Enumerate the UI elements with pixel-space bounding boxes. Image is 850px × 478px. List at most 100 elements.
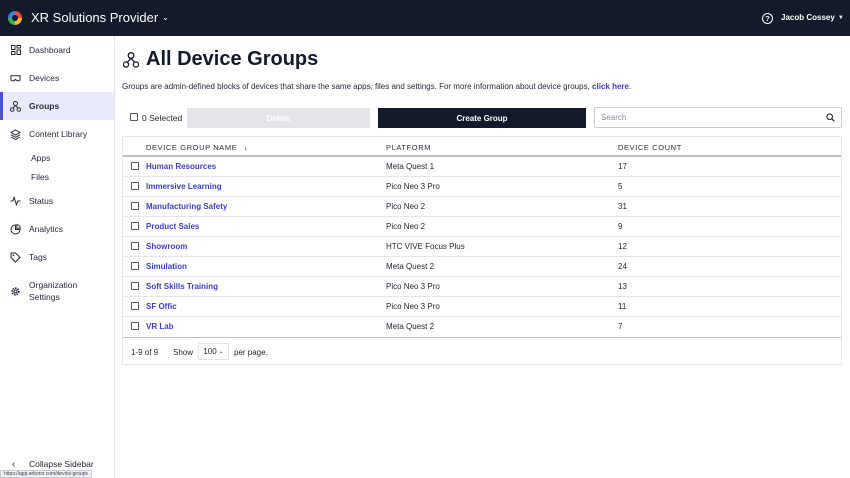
org-name: XR Solutions Provider (31, 10, 159, 25)
page-title: All Device Groups (146, 48, 319, 70)
table-row: VR Lab Meta Quest 2 7 (123, 317, 841, 337)
sidebar-item-content-library[interactable]: Content Library (0, 120, 114, 148)
column-header-platform[interactable]: PLATFORM (386, 143, 431, 152)
sidebar-item-analytics[interactable]: Analytics (0, 215, 114, 243)
device-count-cell: 17 (618, 162, 627, 171)
sort-arrow-icon: ↓ (244, 143, 249, 152)
table-row: Product Sales Pico Neo 2 9 (123, 217, 841, 237)
sidebar-item-devices[interactable]: Devices (0, 64, 114, 92)
column-label: DEVICE GROUP NAME (146, 143, 238, 152)
search-icon[interactable] (826, 113, 835, 122)
platform-cell: Meta Quest 2 (386, 262, 435, 271)
device-count-cell: 24 (618, 262, 627, 271)
show-label: Show (173, 348, 194, 357)
device-groups-table: DEVICE GROUP NAME ↓ PLATFORM DEVICE COUN… (122, 136, 842, 365)
table-footer: 1-9 of 9 Show 100 ⌄ per page. (123, 337, 841, 365)
chevron-down-icon: ⌄ (218, 349, 224, 355)
sidebar-item-label: Organization Settings (29, 279, 77, 303)
analytics-icon (10, 223, 21, 235)
row-checkbox[interactable] (131, 282, 139, 290)
sidebar-item-label: Tags (29, 252, 47, 262)
platform-cell: Pico Neo 3 Pro (386, 182, 440, 191)
pagination-range: 1-9 of 9 (131, 348, 159, 357)
row-checkbox[interactable] (131, 222, 139, 230)
delete-button[interactable]: Delete (187, 108, 370, 128)
search-input[interactable] (601, 113, 811, 122)
platform-cell: Meta Quest 1 (386, 162, 435, 171)
chevron-down-icon: ▼ (837, 14, 844, 21)
row-checkbox[interactable] (131, 202, 139, 210)
top-bar: XR Solutions Provider ⌄ ? Jacob Cossey ▼ (0, 0, 850, 36)
device-count-cell: 9 (618, 222, 623, 231)
org-switcher[interactable]: XR Solutions Provider ⌄ (31, 10, 169, 25)
group-name-link[interactable]: Showroom (146, 242, 187, 251)
sidebar-item-dashboard[interactable]: Dashboard (0, 36, 114, 64)
device-count-cell: 11 (618, 302, 627, 311)
user-menu[interactable]: Jacob Cossey ▼ (781, 13, 844, 22)
platform-cell: Pico Neo 3 Pro (386, 282, 440, 291)
sidebar-item-tags[interactable]: Tags (0, 243, 114, 271)
group-name-link[interactable]: Manufacturing Safety (146, 202, 227, 211)
sidebar-item-organization-settings[interactable]: Organization Settings (0, 277, 114, 305)
group-name-link[interactable]: Soft Skills Training (146, 282, 218, 291)
sidebar-item-label: Status (29, 196, 54, 206)
row-checkbox[interactable] (131, 162, 139, 170)
group-name-link[interactable]: Simulation (146, 262, 187, 271)
row-checkbox[interactable] (131, 322, 139, 330)
group-name-link[interactable]: Human Resources (146, 162, 216, 171)
table-row: Showroom HTC VIVE Focus Plus 12 (123, 237, 841, 257)
table-row: Manufacturing Safety Pico Neo 2 31 (123, 197, 841, 217)
dashboard-icon (10, 45, 21, 56)
per-page-value: 100 (203, 347, 217, 356)
gear-icon (10, 286, 21, 297)
device-count-cell: 12 (618, 242, 627, 251)
group-name-link[interactable]: SF Offic (146, 302, 177, 311)
table-row: Immersive Learning Pico Neo 3 Pro 5 (123, 177, 841, 197)
row-checkbox[interactable] (131, 262, 139, 270)
sidebar-subitem-apps[interactable]: Apps (31, 153, 50, 163)
sidebar-subitem-files[interactable]: Files (31, 172, 49, 182)
table-row: Soft Skills Training Pico Neo 3 Pro 13 (123, 277, 841, 297)
group-name-link[interactable]: Product Sales (146, 222, 199, 231)
platform-cell: HTC VIVE Focus Plus (386, 242, 465, 251)
row-checkbox[interactable] (131, 302, 139, 310)
sidebar-item-label: Dashboard (29, 45, 71, 55)
user-name: Jacob Cossey (781, 13, 835, 22)
device-count-cell: 13 (618, 282, 627, 291)
sidebar-item-status[interactable]: Status (0, 187, 114, 215)
sidebar-item-label: Groups (29, 101, 60, 111)
per-page-select[interactable]: 100 ⌄ (198, 343, 229, 360)
org-settings-line1: Organization (29, 280, 78, 290)
device-count-cell: 5 (618, 182, 623, 191)
platform-cell: Pico Neo 2 (386, 202, 426, 211)
tag-icon (10, 252, 21, 263)
pulse-icon (10, 196, 21, 207)
page-description: Groups are admin-defined blocks of devic… (122, 82, 631, 91)
platform-cell: Pico Neo 2 (386, 222, 426, 231)
column-header-device-count[interactable]: DEVICE COUNT (618, 143, 682, 152)
sidebar-item-label: Devices (29, 73, 60, 83)
search-box (594, 107, 842, 128)
column-header-name[interactable]: DEVICE GROUP NAME ↓ (146, 143, 248, 152)
row-checkbox[interactable] (131, 182, 139, 190)
sidebar-item-groups[interactable]: Groups (0, 92, 114, 120)
create-group-button[interactable]: Create Group (378, 108, 586, 128)
group-name-link[interactable]: Immersive Learning (146, 182, 222, 191)
row-checkbox[interactable] (131, 242, 139, 250)
sidebar-item-label: Content Library (29, 129, 88, 139)
per-page-label: per page. (234, 348, 268, 357)
help-link[interactable]: click here (592, 82, 629, 91)
collapse-sidebar-label: Collapse Sidebar (29, 459, 94, 469)
status-bar-url: https://app.arborxr.com/device-groups (0, 470, 92, 478)
help-icon[interactable]: ? (762, 13, 773, 24)
device-count-cell: 31 (618, 202, 627, 211)
groups-icon (10, 100, 21, 112)
sidebar-item-label: Analytics (29, 224, 64, 234)
select-all-checkbox[interactable] (130, 113, 138, 121)
platform-cell: Meta Quest 2 (386, 322, 435, 331)
table-header: DEVICE GROUP NAME ↓ PLATFORM DEVICE COUN… (123, 137, 841, 157)
group-name-link[interactable]: VR Lab (146, 322, 174, 331)
table-row: Human Resources Meta Quest 1 17 (123, 157, 841, 177)
main-content: All Device Groups Groups are admin-defin… (115, 36, 850, 478)
groups-icon (122, 52, 140, 68)
